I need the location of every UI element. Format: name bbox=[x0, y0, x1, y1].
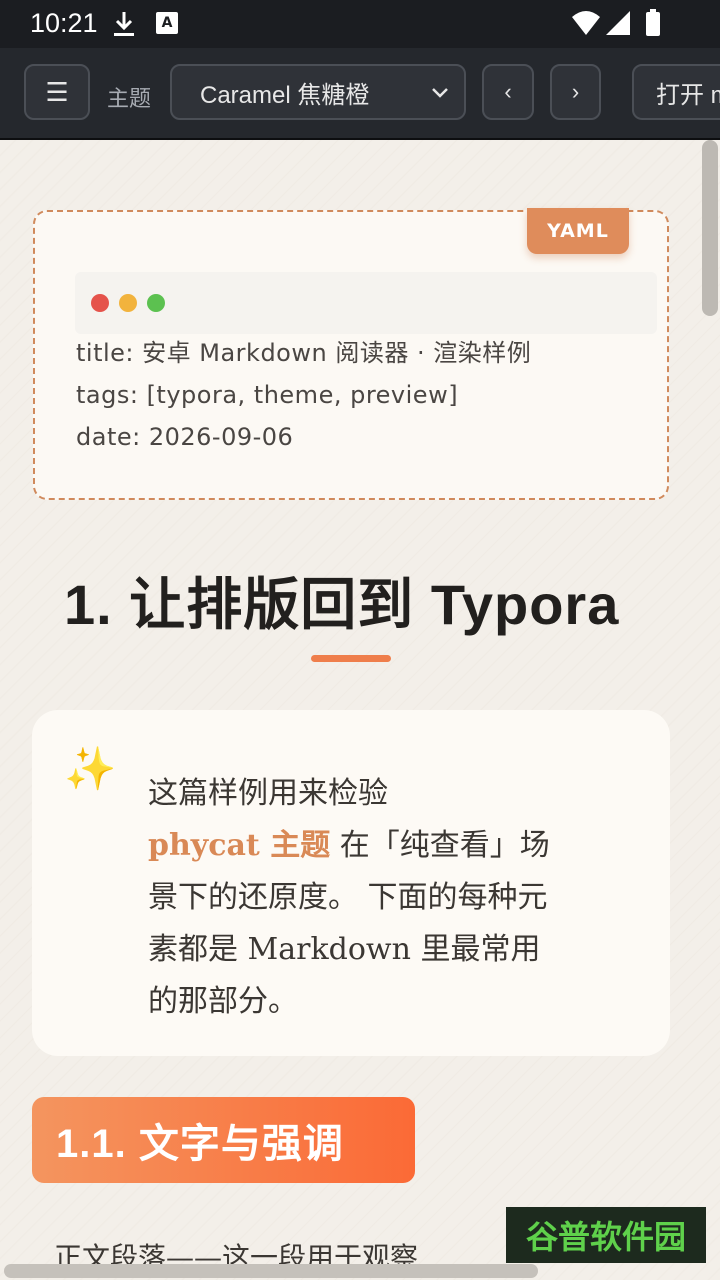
callout-line: phycat 主题 在「纯查看」场 bbox=[148, 820, 618, 872]
callout-line: 这篇样例用来检验 bbox=[148, 776, 388, 811]
code-window-bar bbox=[75, 272, 657, 334]
accessibility-icon: A bbox=[156, 12, 178, 34]
signal-icon bbox=[606, 11, 630, 35]
theme-select-value: Caramel 焦糖橙 bbox=[200, 81, 370, 109]
vertical-scrollbar[interactable] bbox=[702, 140, 718, 316]
callout-line: 的那部分。 bbox=[148, 984, 298, 1019]
callout-text: 这篇样例用来检验 phycat 主题 在「纯查看」场 景下的还原度。 下面的每种… bbox=[148, 768, 618, 1028]
next-button[interactable]: › bbox=[550, 64, 601, 120]
download-icon bbox=[114, 12, 134, 36]
callout-line: 素都是 Markdown 里最常用 bbox=[148, 932, 541, 967]
prev-button[interactable]: ‹ bbox=[482, 64, 534, 120]
horizontal-scrollbar[interactable] bbox=[4, 1264, 538, 1278]
yaml-line: date: 2026-09-06 bbox=[76, 423, 294, 451]
heading-2: 1.1. 文字与强调 bbox=[32, 1097, 415, 1183]
yaml-line: tags: [typora, theme, preview] bbox=[76, 381, 459, 409]
theme-select[interactable]: Caramel 焦糖橙 bbox=[170, 64, 466, 120]
open-button-label: 打开 m bbox=[656, 81, 720, 109]
window-dot-green bbox=[147, 294, 165, 312]
yaml-lines: title: 安卓 Markdown 阅读器 · 渲染样例 tags: [typ… bbox=[76, 332, 531, 458]
yaml-line: title: 安卓 Markdown 阅读器 · 渲染样例 bbox=[76, 339, 532, 367]
menu-button[interactable]: ☰ bbox=[24, 64, 90, 120]
status-time: 10:21 bbox=[30, 8, 98, 38]
callout-line: 景下的还原度。 下面的每种元 bbox=[148, 880, 548, 915]
window-dot-red bbox=[91, 294, 109, 312]
system-icons bbox=[572, 9, 660, 36]
yaml-badge: YAML bbox=[527, 208, 629, 254]
callout-box: ✨ 这篇样例用来检验 phycat 主题 在「纯查看」场 景下的还原度。 下面的… bbox=[32, 710, 670, 1056]
yaml-front-matter: YAML title: 安卓 Markdown 阅读器 · 渲染样例 tags:… bbox=[33, 208, 669, 500]
heading-1: 1. 让排版回到 Typora bbox=[64, 573, 620, 636]
heading-underline bbox=[311, 655, 391, 662]
callout-line-rest: 在「纯查看」场 bbox=[330, 828, 550, 863]
open-button[interactable]: 打开 m bbox=[632, 64, 720, 120]
watermark-logo: 谷普软件园 bbox=[506, 1207, 706, 1263]
chevron-down-icon bbox=[432, 88, 448, 98]
toolbar: ☰ 主题 Caramel 焦糖橙 ‹ › 打开 m bbox=[0, 48, 720, 140]
status-bar: 10:21 A bbox=[0, 0, 720, 48]
battery-icon bbox=[646, 12, 660, 36]
menu-icon: ☰ bbox=[45, 76, 69, 107]
wifi-icon bbox=[572, 11, 600, 35]
chevron-left-icon: ‹ bbox=[504, 79, 512, 104]
sparkles-icon: ✨ bbox=[64, 744, 117, 793]
document-view[interactable]: YAML title: 安卓 Markdown 阅读器 · 渲染样例 tags:… bbox=[0, 140, 720, 1280]
window-dot-yellow bbox=[119, 294, 137, 312]
strong-text: phycat 主题 bbox=[148, 828, 331, 863]
theme-label: 主题 bbox=[107, 87, 152, 112]
chevron-right-icon: › bbox=[571, 79, 580, 104]
